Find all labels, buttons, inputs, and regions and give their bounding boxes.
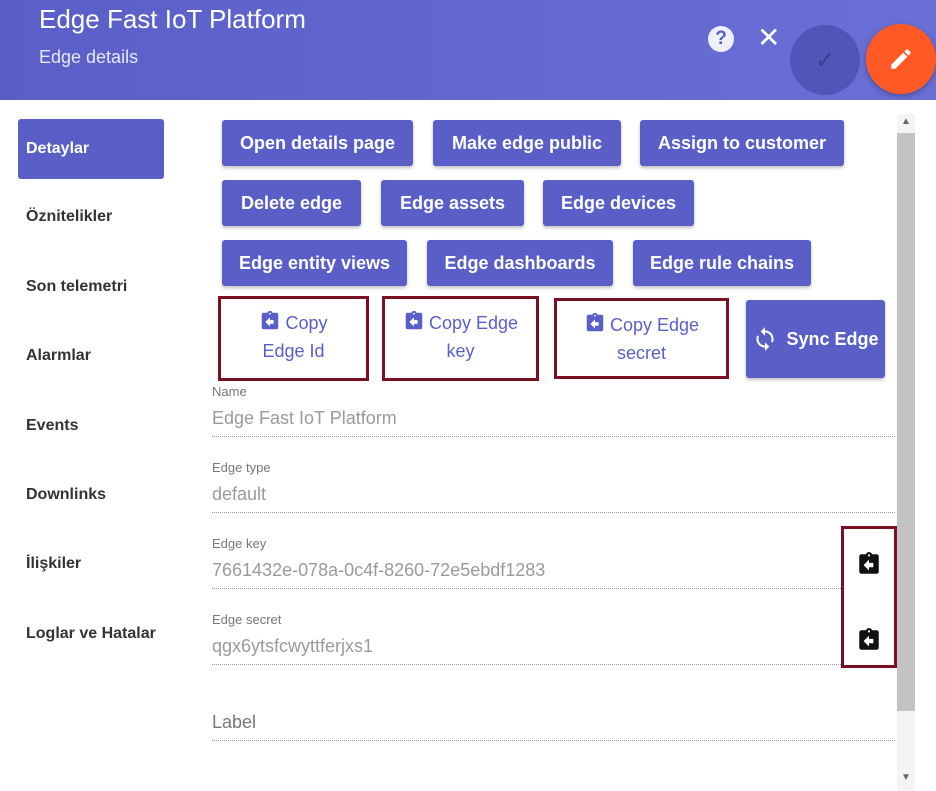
copy-edge-key-button[interactable]: Copy Edge key xyxy=(382,296,539,381)
copy-edge-key-icon[interactable] xyxy=(856,551,882,577)
tab-detaylar[interactable]: Detaylar xyxy=(18,119,164,179)
tab-loglar[interactable]: Loglar ve Hatalar xyxy=(18,604,164,664)
copy-edge-id-label-1: Copy xyxy=(285,313,328,333)
edge-type-label: Edge type xyxy=(212,460,271,475)
pencil-icon xyxy=(891,49,911,69)
sync-edge-button[interactable]: Sync Edge xyxy=(746,300,885,378)
copy-edge-id-content: Copy Edge Id xyxy=(221,299,366,378)
tab-events[interactable]: Events xyxy=(18,396,164,456)
sync-icon xyxy=(756,327,775,351)
edge-secret-label: Edge secret xyxy=(212,612,282,627)
page-header: Edge Fast IoT Platform Edge details ? ✕ … xyxy=(0,0,936,100)
tab-iliskiler[interactable]: İlişkiler xyxy=(18,534,164,594)
scroll-down-arrow-icon[interactable]: ▼ xyxy=(897,772,915,788)
edge-type-field[interactable]: default xyxy=(212,484,266,505)
page-title: Edge Fast IoT Platform xyxy=(39,4,306,34)
copy-edge-key-label-2: key xyxy=(446,341,475,361)
clipboard-icon xyxy=(405,310,423,330)
name-underline xyxy=(212,436,895,437)
delete-edge-button[interactable]: Delete edge xyxy=(222,180,361,226)
edge-devices-button[interactable]: Edge devices xyxy=(543,180,694,226)
edge-entity-views-button[interactable]: Edge entity views xyxy=(222,240,407,286)
check-icon: ✓ xyxy=(814,46,836,74)
edge-key-label: Edge key xyxy=(212,536,267,551)
name-label: Name xyxy=(212,384,247,399)
copy-edge-secret-button[interactable]: Copy Edge secret xyxy=(554,298,729,379)
help-icon[interactable]: ? xyxy=(708,26,734,52)
open-details-button[interactable]: Open details page xyxy=(222,120,413,166)
edge-key-field[interactable]: 7661432e-078a-0c4f-8260-72e5ebdf1283 xyxy=(212,560,545,581)
tab-alarmlar[interactable]: Alarmlar xyxy=(18,326,164,386)
label-underline xyxy=(212,740,895,741)
edge-assets-button[interactable]: Edge assets xyxy=(381,180,524,226)
copy-edge-secret-content: Copy Edge secret xyxy=(557,301,726,376)
name-field[interactable]: Edge Fast IoT Platform xyxy=(212,408,397,429)
label-input[interactable]: Label xyxy=(212,712,256,733)
page-subtitle: Edge details xyxy=(39,47,139,67)
tab-downlinks[interactable]: Downlinks xyxy=(18,465,164,525)
scroll-up-arrow-icon[interactable]: ▲ xyxy=(897,116,915,132)
make-public-button[interactable]: Make edge public xyxy=(433,120,621,166)
edge-dashboards-button[interactable]: Edge dashboards xyxy=(427,240,613,286)
edge-rule-chains-button[interactable]: Edge rule chains xyxy=(633,240,811,286)
edit-button[interactable] xyxy=(866,24,936,94)
copy-edge-id-label-2: Edge Id xyxy=(262,341,325,361)
copy-edge-id-button[interactable]: Copy Edge Id xyxy=(218,296,369,381)
assign-customer-button[interactable]: Assign to customer xyxy=(640,120,844,166)
clipboard-icon xyxy=(586,312,604,332)
copy-edge-secret-label-1: Copy Edge xyxy=(609,315,700,335)
close-icon[interactable]: ✕ xyxy=(757,20,780,56)
clipboard-icon xyxy=(262,310,279,330)
edge-secret-field[interactable]: qgx6ytsfcwyttferjxs1 xyxy=(212,636,373,657)
copy-edge-secret-label-2: secret xyxy=(616,343,667,363)
scrollbar-thumb[interactable] xyxy=(897,133,915,711)
tab-oznitelikler[interactable]: Öznitelikler xyxy=(18,187,164,247)
sync-edge-label: Sync Edge xyxy=(786,328,879,349)
copy-edge-key-content: Copy Edge key xyxy=(385,299,536,378)
edge-type-underline xyxy=(212,512,895,513)
done-button[interactable]: ✓ xyxy=(790,25,860,95)
edge-secret-underline xyxy=(212,664,895,665)
copy-edge-key-label-1: Copy Edge xyxy=(428,313,519,333)
copy-edge-secret-icon[interactable] xyxy=(856,627,882,653)
edge-key-underline xyxy=(212,588,895,589)
tab-son-telemetri[interactable]: Son telemetri xyxy=(18,257,164,317)
